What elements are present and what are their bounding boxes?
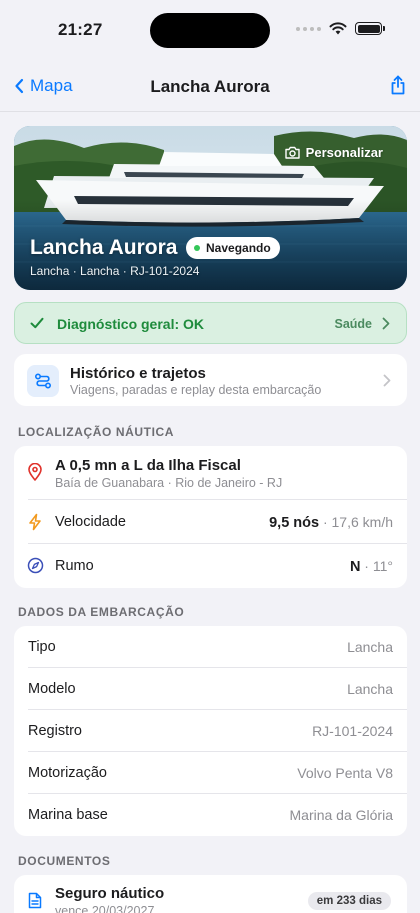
checkmark-icon: [30, 317, 44, 329]
status-icons: [296, 22, 385, 35]
vessel-row-marina: Marina base Marina da Glória: [14, 794, 407, 836]
status-dot-icon: [194, 245, 200, 251]
history-card[interactable]: Histórico e trajetos Viagens, paradas e …: [14, 354, 407, 406]
chevron-right-icon: [382, 317, 390, 330]
vessel-row-label: Modelo: [28, 681, 76, 697]
status-bar: 21:27: [0, 0, 420, 62]
status-badge-label: Navegando: [206, 241, 271, 255]
vessel-section-header: DADOS DA EMBARCAÇÃO: [18, 605, 185, 619]
heading-value: N · 11°: [350, 558, 393, 575]
speed-primary: 9,5 nós: [269, 515, 320, 531]
history-title: Histórico e trajetos: [70, 365, 206, 382]
diagnostic-text: Diagnóstico geral: OK: [57, 316, 205, 332]
vessel-row-label: Tipo: [28, 639, 56, 655]
vessel-subtitle: Lancha · Lancha · RJ-101-2024: [30, 264, 200, 278]
vessel-row-value: Lancha: [347, 639, 393, 655]
cellular-signal-icon: [296, 26, 321, 31]
vessel-hero-card: Personalizar Lancha Aurora Navegando Lan…: [14, 126, 407, 290]
navigation-bar: Mapa Lancha Aurora: [0, 62, 420, 112]
speed-label: Velocidade: [55, 514, 126, 530]
vessel-row-value: Volvo Penta V8: [297, 765, 393, 781]
heading-label: Rumo: [55, 558, 94, 574]
vessel-row-label: Motorização: [28, 765, 107, 781]
document-icon: [28, 892, 42, 909]
location-card: A 0,5 mn a L da Ilha Fiscal Baía de Guan…: [14, 446, 407, 588]
vessel-row-value: RJ-101-2024: [312, 723, 393, 739]
camera-icon: [284, 146, 300, 159]
heading-primary: N: [349, 559, 361, 575]
status-badge: Navegando: [186, 237, 280, 259]
vessel-row-value: Lancha: [347, 681, 393, 697]
location-section-header: LOCALIZAÇÃO NÁUTICA: [18, 425, 175, 439]
vessel-row-engine: Motorização Volvo Penta V8: [14, 752, 407, 794]
vessel-data-card: Tipo Lancha Modelo Lancha Registro RJ-10…: [14, 626, 407, 836]
wifi-icon: [329, 22, 347, 35]
route-icon: [27, 365, 59, 397]
heading-row: Rumo N · 11°: [14, 544, 407, 588]
documents-section-header: DOCUMENTOS: [18, 854, 111, 868]
health-link[interactable]: Saúde: [334, 317, 372, 331]
personalize-label: Personalizar: [305, 145, 383, 160]
document-card[interactable]: Seguro náutico vence 20/03/2027 em 233 d…: [14, 875, 407, 913]
document-expiry-badge: em 233 dias: [307, 892, 391, 910]
speed-value: 9,5 nós · 17,6 km/h: [269, 514, 393, 531]
history-subtitle: Viagens, paradas e replay desta embarcaç…: [70, 383, 322, 397]
personalize-button[interactable]: Personalizar: [284, 145, 383, 160]
document-subtitle: vence 20/03/2027: [55, 904, 155, 913]
vessel-row-type: Tipo Lancha: [14, 626, 407, 668]
speed-row: Velocidade 9,5 nós · 17,6 km/h: [14, 500, 407, 544]
chevron-right-icon: [383, 374, 391, 387]
vessel-row-value: Marina da Glória: [289, 807, 394, 823]
vessel-row-registry: Registro RJ-101-2024: [14, 710, 407, 752]
location-place-sub: Baía de Guanabara · Rio de Janeiro - RJ: [55, 476, 283, 490]
lightning-bolt-icon: [29, 513, 41, 531]
vessel-row-label: Marina base: [28, 807, 108, 823]
vessel-row-label: Registro: [28, 723, 82, 739]
share-button[interactable]: [390, 75, 406, 100]
battery-icon: [355, 22, 385, 35]
vessel-name: Lancha Aurora: [30, 236, 178, 259]
page-title: Lancha Aurora: [150, 77, 270, 96]
share-icon: [391, 75, 405, 95]
speed-secondary: · 17,6 km/h: [319, 514, 393, 530]
location-row[interactable]: A 0,5 mn a L da Ilha Fiscal Baía de Guan…: [14, 446, 407, 500]
status-time: 21:27: [58, 20, 103, 39]
document-title: Seguro náutico: [55, 885, 165, 902]
diagnostic-banner[interactable]: Diagnóstico geral: OK Saúde: [14, 302, 407, 344]
location-place: A 0,5 mn a L da Ilha Fiscal: [55, 457, 241, 474]
heading-secondary: · 11°: [360, 558, 393, 574]
location-pin-icon: [28, 463, 42, 481]
dynamic-island: [150, 13, 270, 48]
compass-icon: [27, 557, 44, 574]
vessel-row-model: Modelo Lancha: [14, 668, 407, 710]
